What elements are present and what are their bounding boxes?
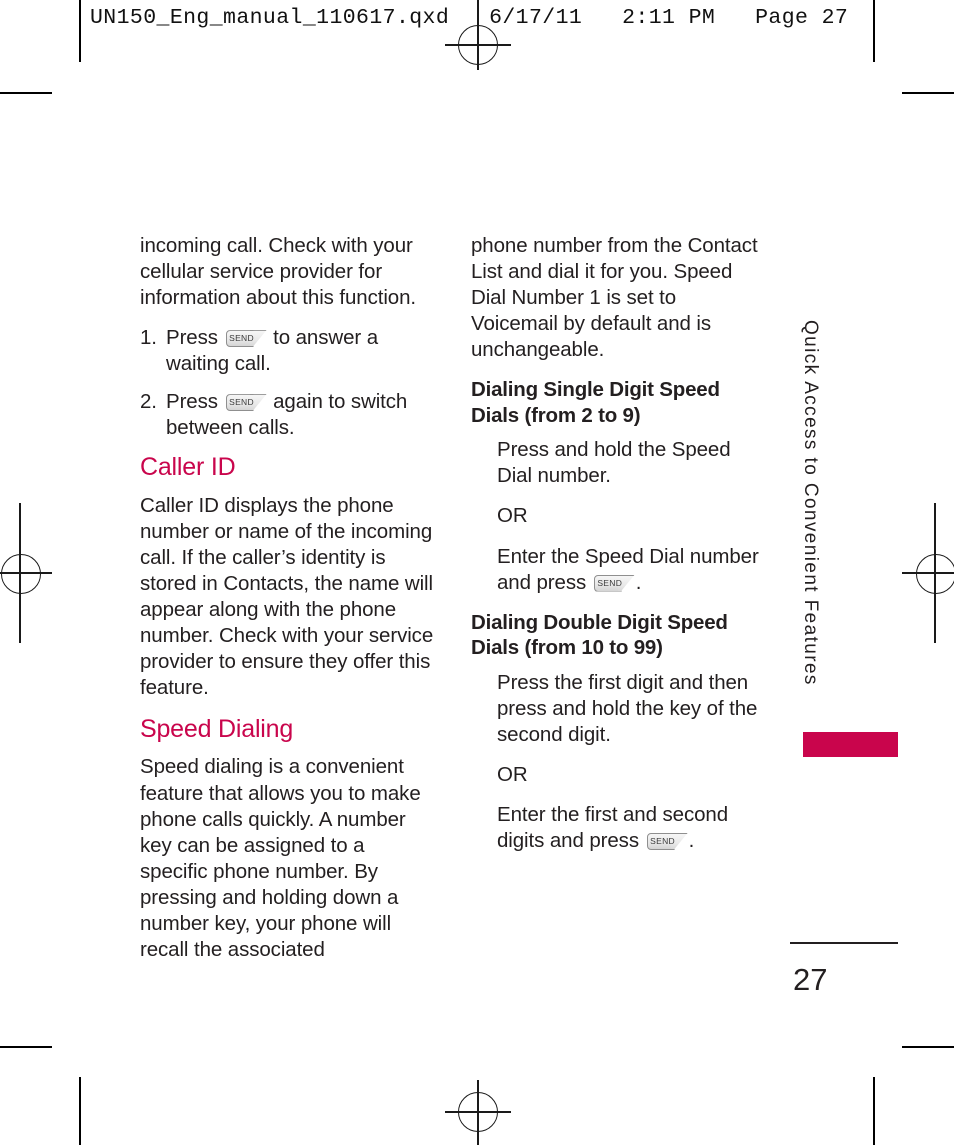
subheading-single-digit-speed-dials: Dialing Single Digit Speed Dials (from 2…	[471, 378, 720, 427]
answer-call-steps-list: 1. Press SEND to answer a waiting call. 2…	[140, 325, 436, 441]
step-text-before: Press	[166, 326, 218, 350]
side-tab-label: Quick Access to Convenient Features	[800, 320, 821, 686]
crop-mark-top-right-vertical	[873, 0, 875, 62]
registration-mark-right	[902, 503, 954, 643]
single-digit-step-1: Press and hold the Speed Dial number.	[497, 438, 731, 488]
crop-mark-bottom-right-vertical	[873, 1077, 875, 1145]
crop-mark-top-left-horizontal	[0, 92, 52, 94]
double-digit-or: OR	[497, 762, 528, 786]
double-digit-step-2-after: .	[688, 828, 695, 852]
subheading-double-digit-speed-dials: Dialing Double Digit Speed Dials (from 1…	[471, 610, 728, 660]
crop-mark-top-left-vertical	[79, 0, 81, 62]
crop-mark-bottom-left-vertical	[79, 1077, 81, 1145]
section-heading-caller-id: Caller ID	[140, 453, 236, 482]
send-key-icon: SEND	[593, 574, 635, 592]
send-key-label: SEND	[229, 397, 254, 408]
single-digit-or: OR	[497, 504, 528, 528]
folio-rule	[790, 942, 898, 944]
list-item: 1. Press SEND to answer a waiting call.	[140, 325, 436, 377]
left-text-column: incoming call. Check with your cellular …	[140, 233, 436, 977]
send-key-icon: SEND	[225, 330, 267, 348]
manual-page: UN150_Eng_manual_110617.qxd 6/17/11 2:11…	[0, 0, 954, 1145]
page-number: 27	[793, 962, 828, 997]
single-digit-steps: Press and hold the Speed Dial number. OR…	[497, 437, 763, 595]
registration-mark-left	[0, 503, 52, 643]
registration-mark-top	[445, 0, 511, 70]
registration-mark-bottom	[445, 1080, 511, 1145]
send-key-icon: SEND	[225, 394, 267, 412]
single-digit-step-2: Enter the Speed Dial number and press SE…	[497, 544, 763, 596]
right-continued-paragraph: phone number from the Contact List and d…	[471, 234, 758, 362]
single-digit-step-2-after: .	[635, 570, 642, 594]
send-key-label: SEND	[597, 577, 623, 588]
list-item: 2. Press SEND again to switch between cal…	[140, 389, 436, 441]
crop-mark-bottom-right-horizontal	[902, 1046, 954, 1048]
step-number: 2.	[140, 390, 157, 414]
crop-mark-bottom-left-horizontal	[0, 1046, 52, 1048]
section-heading-speed-dialing: Speed Dialing	[140, 714, 294, 743]
step-number: 1.	[140, 326, 157, 350]
side-tab-marker	[803, 732, 898, 757]
speed-dialing-body: Speed dialing is a convenient feature th…	[140, 755, 421, 961]
right-text-column: phone number from the Contact List and d…	[471, 233, 763, 868]
crop-mark-top-right-horizontal	[902, 92, 954, 94]
double-digit-step-1: Press the first digit and then press and…	[497, 670, 758, 746]
left-continued-paragraph: incoming call. Check with your cellular …	[140, 234, 416, 310]
step-text-before: Press	[166, 390, 218, 414]
send-key-label: SEND	[229, 333, 254, 344]
double-digit-step-2: Enter the first and second digits and pr…	[497, 802, 763, 854]
send-key-icon: SEND	[646, 832, 688, 850]
send-key-label: SEND	[650, 835, 675, 846]
caller-id-body: Caller ID displays the phone number or n…	[140, 493, 434, 699]
double-digit-steps: Press the first digit and then press and…	[497, 670, 763, 854]
